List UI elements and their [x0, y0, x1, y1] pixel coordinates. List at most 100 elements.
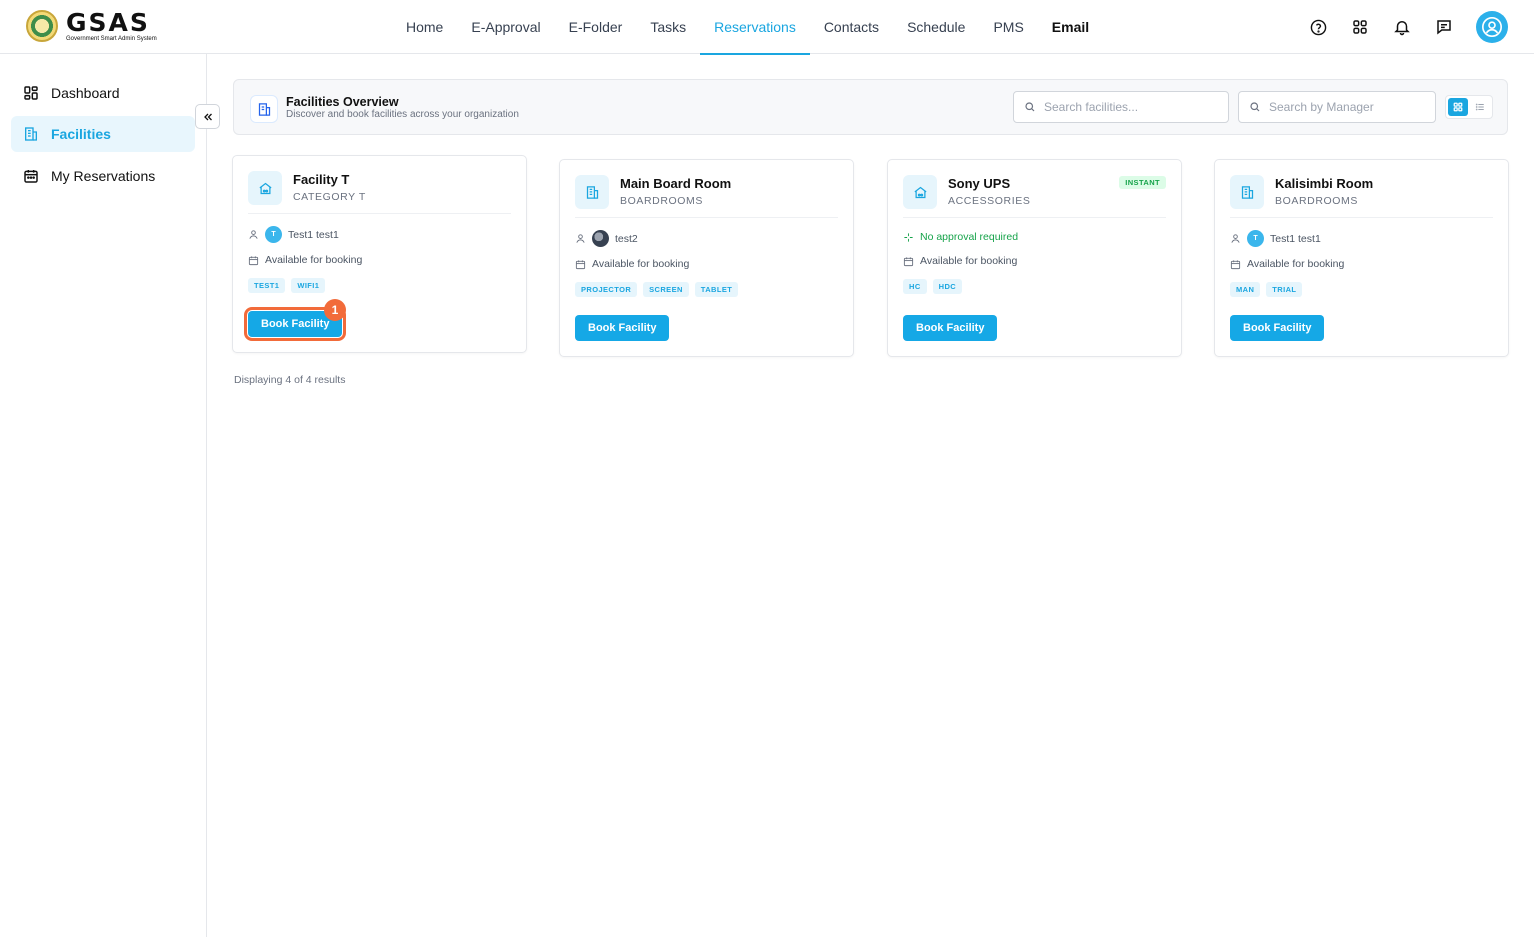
help-icon[interactable] — [1308, 17, 1328, 37]
results-count: Displaying 4 of 4 results — [234, 374, 346, 386]
dashboard-icon — [23, 85, 39, 101]
search-manager-input[interactable] — [1269, 100, 1429, 114]
building-icon — [575, 175, 609, 209]
user-icon — [249, 230, 258, 239]
nav-e-folder[interactable]: E-Folder — [555, 0, 637, 54]
tag: WIFI1 — [291, 278, 326, 293]
facility-category: ACCESSORIES — [948, 195, 1031, 207]
building-icon — [23, 126, 39, 142]
bell-icon[interactable] — [1392, 17, 1412, 37]
manager-avatar: T — [265, 226, 282, 243]
user-avatar-icon[interactable] — [1476, 11, 1508, 43]
divider — [1230, 217, 1493, 218]
manager-name: Test1 test1 — [1270, 232, 1321, 245]
facility-availability: Available for booking — [1230, 258, 1344, 270]
facility-manager: T Test1 test1 — [1230, 230, 1321, 247]
availability-text: Available for booking — [265, 254, 363, 266]
sidebar-item-label: Facilities — [51, 126, 111, 142]
facility-tags: TEST1 WIFI1 — [248, 278, 326, 293]
search-icon — [1250, 102, 1260, 112]
facility-category: BOARDROOMS — [1275, 195, 1359, 207]
nav-pms[interactable]: PMS — [979, 0, 1037, 54]
gsas-logo[interactable]: GSAS Government Smart Admin System — [26, 10, 157, 42]
double-chevron-left-icon — [203, 113, 212, 120]
calendar-check-icon — [248, 255, 259, 265]
grid-view-button[interactable] — [1448, 98, 1468, 116]
search-manager[interactable] — [1238, 91, 1436, 123]
nav-reservations[interactable]: Reservations — [700, 0, 810, 55]
tag: HC — [903, 279, 927, 294]
collapse-sidebar-button[interactable] — [195, 104, 220, 129]
facility-card: Kalisimbi Room BOARDROOMS T Test1 test1 … — [1214, 159, 1509, 357]
facility-name: Sony UPS — [948, 176, 1011, 191]
grid-icon — [1453, 102, 1463, 112]
tag: PROJECTOR — [575, 282, 638, 297]
logo-subtitle: Government Smart Admin System — [66, 36, 157, 42]
nav-schedule[interactable]: Schedule — [893, 0, 979, 54]
availability-text: Available for booking — [920, 255, 1018, 267]
facility-name: Main Board Room — [620, 176, 732, 191]
annotation-badge: 1 — [324, 299, 346, 321]
facility-manager: T Test1 test1 — [248, 226, 339, 243]
top-header: GSAS Government Smart Admin System Home … — [0, 0, 1534, 55]
view-toggle — [1445, 95, 1493, 119]
user-icon — [1231, 234, 1240, 243]
sparkle-icon — [904, 232, 913, 242]
tag: TEST1 — [248, 278, 286, 293]
facility-card: Main Board Room BOARDROOMS test2 Availab… — [559, 159, 854, 357]
facilities-overview-icon — [250, 95, 278, 123]
divider — [248, 213, 511, 214]
facility-name: Facility T — [293, 172, 350, 187]
logo-word: GSAS — [66, 8, 150, 37]
chat-icon[interactable] — [1434, 17, 1454, 37]
nav-tasks[interactable]: Tasks — [636, 0, 700, 54]
facility-card: Facility T CATEGORY T T Test1 test1 Avai… — [232, 155, 527, 353]
calendar-check-icon — [575, 259, 586, 269]
nav-home[interactable]: Home — [392, 0, 457, 54]
nav-contacts[interactable]: Contacts — [810, 0, 893, 54]
facility-card: Sony UPS ACCESSORIES INSTANT No approval… — [887, 159, 1182, 357]
tag: SCREEN — [643, 282, 689, 297]
book-facility-button[interactable]: Book Facility — [903, 315, 998, 341]
sidebar-item-facilities[interactable]: Facilities — [11, 116, 195, 152]
tag: MAN — [1230, 282, 1261, 297]
book-facility-button[interactable]: Book Facility — [1230, 315, 1325, 341]
facilities-overview-header: Facilities Overview Discover and book fa… — [233, 79, 1508, 135]
list-view-button[interactable] — [1470, 98, 1490, 116]
availability-text: Available for booking — [592, 258, 690, 270]
list-icon — [1475, 103, 1484, 111]
facility-manager: test2 — [575, 230, 638, 247]
tag: HDC — [932, 279, 963, 294]
facility-availability: Available for booking — [903, 255, 1017, 267]
manager-name: test2 — [615, 232, 638, 245]
facility-tags: PROJECTOR SCREEN TABLET — [575, 282, 739, 297]
sidebar-item-my-reservations[interactable]: My Reservations — [11, 158, 195, 194]
home-icon — [903, 175, 937, 209]
nav-e-approval[interactable]: E-Approval — [457, 0, 554, 54]
apps-grid-icon[interactable] — [1350, 17, 1370, 37]
home-icon — [248, 171, 282, 205]
divider — [575, 217, 838, 218]
instant-badge: INSTANT — [1119, 176, 1166, 189]
manager-name: Test1 test1 — [288, 228, 339, 241]
building-icon — [1230, 175, 1264, 209]
facility-availability: Available for booking — [575, 258, 689, 270]
sidebar-item-dashboard[interactable]: Dashboard — [11, 75, 195, 111]
manager-avatar — [592, 230, 609, 247]
book-facility-button[interactable]: Book Facility — [575, 315, 670, 341]
calendar-check-icon — [1230, 259, 1241, 269]
approval-status: No approval required — [903, 231, 1018, 243]
coat-of-arms-icon — [26, 10, 58, 42]
sidebar: Dashboard Facilities My Reservations — [0, 54, 207, 937]
manager-avatar: T — [1247, 230, 1264, 247]
search-facilities[interactable] — [1013, 91, 1229, 123]
page-title: Facilities Overview — [286, 95, 399, 109]
user-icon — [576, 234, 585, 243]
search-icon — [1025, 102, 1035, 112]
facility-availability: Available for booking — [248, 254, 362, 266]
approval-text: No approval required — [920, 231, 1019, 243]
facility-category: CATEGORY T — [293, 191, 366, 203]
nav-email[interactable]: Email — [1038, 0, 1103, 54]
search-facilities-input[interactable] — [1044, 100, 1204, 114]
facility-name: Kalisimbi Room — [1275, 176, 1374, 191]
